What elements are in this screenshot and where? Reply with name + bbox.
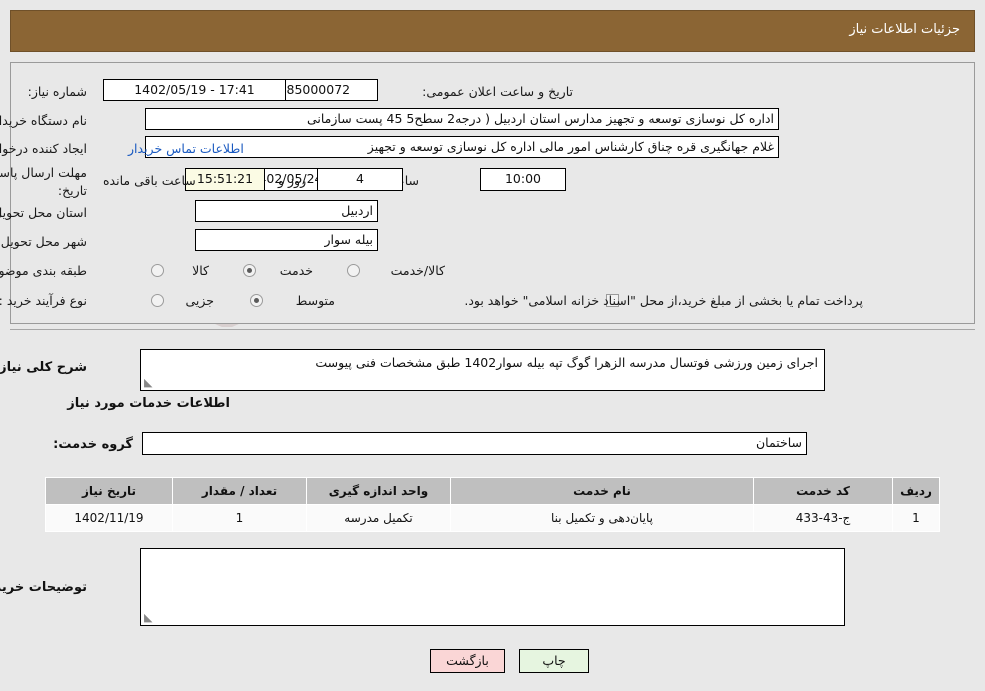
cell-name: پایان‌دهی و تکمیل بنا: [450, 504, 754, 532]
public-announce-value: 1402/05/19 - 17:41: [103, 79, 286, 101]
purchase-type-label: نوع فرآیند خرید :: [0, 293, 87, 308]
description-text: اجرای زمین ورزشی فوتسال مدرسه الزهرا گوگ…: [315, 355, 818, 370]
cell-qty: 1: [172, 504, 307, 532]
radio-purchase-motavaset[interactable]: [250, 294, 263, 307]
col-header-name: نام خدمت: [450, 477, 754, 505]
radio-label-motavaset: متوسط: [295, 293, 335, 308]
city-value: بیله سوار: [195, 229, 378, 251]
deadline-label-line2: تاریخ:: [57, 183, 87, 198]
page-header-bar: جزئیات اطلاعات نیاز: [10, 10, 975, 52]
page-title: جزئیات اطلاعات نیاز: [849, 22, 960, 37]
services-section-title: اطلاعات خدمات مورد نیاز: [67, 396, 230, 411]
cell-code: ج-43-433: [753, 504, 893, 532]
deadline-time-value: 10:00: [480, 168, 566, 191]
divider-1: [10, 329, 975, 330]
city-label: شهر محل تحویل:: [0, 234, 87, 249]
radio-label-kala: کالا: [192, 263, 209, 278]
buyer-org-label: نام دستگاه خریدار:: [0, 113, 87, 128]
cell-unit: تکمیل مدرسه: [306, 504, 451, 532]
days-label: روز و: [278, 173, 307, 188]
col-header-code: کد خدمت: [753, 477, 893, 505]
col-header-qty: تعداد / مقدار: [172, 477, 307, 505]
cell-index: 1: [892, 504, 940, 532]
col-header-unit: واحد اندازه گیری: [306, 477, 451, 505]
radio-category-kala[interactable]: [151, 264, 164, 277]
radio-category-kala-khedmat[interactable]: [347, 264, 360, 277]
deadline-label-line1: مهلت ارسال پاسخ: تا: [0, 165, 87, 180]
requester-label: ایجاد کننده درخواست:: [0, 141, 87, 156]
buyer-comments-label: توضیحات خریدار;: [0, 580, 87, 595]
radio-purchase-jozei[interactable]: [151, 294, 164, 307]
page-root: AriaTender.net جزئیات اطلاعات نیاز شماره…: [0, 0, 985, 691]
service-group-label: گروه خدمت:: [53, 437, 133, 452]
radio-category-khedmat[interactable]: [243, 264, 256, 277]
services-table: ردیف کد خدمت نام خدمت واحد اندازه گیری ت…: [45, 477, 940, 532]
col-header-index: ردیف: [892, 477, 940, 505]
countdown-timer: 15:51:21: [185, 168, 265, 191]
table-row: 1 ج-43-433 پایان‌دهی و تکمیل بنا تکمیل م…: [45, 504, 940, 532]
treasury-note-text: پرداخت تمام یا بخشی از مبلغ خرید،از محل …: [464, 293, 863, 308]
cell-date: 1402/11/19: [45, 504, 173, 532]
province-value: اردبیل: [195, 200, 378, 222]
radio-label-jozei: جزیی: [185, 293, 214, 308]
col-header-date: تاریخ نیاز: [45, 477, 173, 505]
description-textarea[interactable]: اجرای زمین ورزشی فوتسال مدرسه الزهرا گوگ…: [140, 349, 825, 391]
description-label: شرح کلی نیاز:: [0, 360, 87, 375]
resize-grip-icon[interactable]: ◢: [144, 376, 154, 389]
need-details-panel: [10, 62, 975, 324]
category-label: طبقه بندی موضوعی:: [0, 263, 87, 278]
radio-label-khedmat: خدمت: [279, 263, 313, 278]
deadline-days-value: 4: [317, 168, 403, 191]
buyer-contact-link[interactable]: اطلاعات تماس خریدار: [128, 141, 244, 156]
buyer-org-value: اداره کل نوسازی توسعه و تجهیز مدارس استا…: [145, 108, 779, 130]
public-announce-label: تاریخ و ساعت اعلان عمومی:: [422, 84, 573, 99]
service-group-value: ساختمان: [142, 432, 807, 455]
print-button[interactable]: چاپ: [519, 649, 589, 673]
back-button[interactable]: بازگشت: [430, 649, 505, 673]
remaining-label: ساعت باقی مانده: [103, 173, 196, 188]
province-label: استان محل تحویل:: [0, 205, 87, 220]
need-number-label: شماره نیاز:: [27, 84, 87, 99]
buyer-comments-textarea[interactable]: ◢: [140, 548, 845, 626]
table-header-row: ردیف کد خدمت نام خدمت واحد اندازه گیری ت…: [45, 477, 940, 505]
resize-grip-icon-2[interactable]: ◢: [144, 611, 154, 624]
radio-label-kala-khedmat: کالا/خدمت: [390, 263, 445, 278]
